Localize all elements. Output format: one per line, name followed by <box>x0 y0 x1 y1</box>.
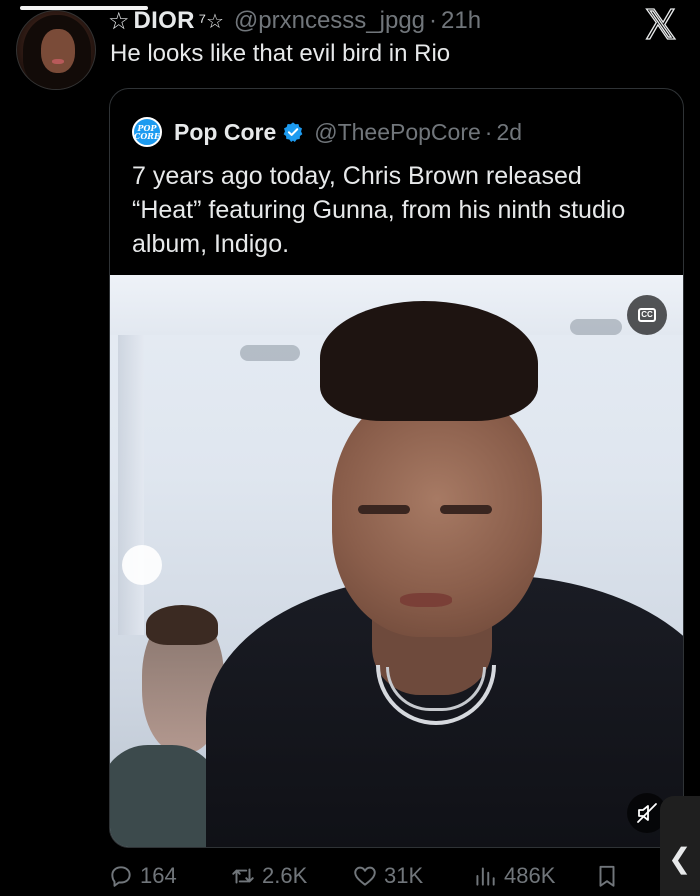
like-count: 31K <box>384 863 424 888</box>
closed-captions-icon: CC <box>638 308 656 322</box>
views-count: 486K <box>504 863 556 888</box>
video-background-person-body <box>110 745 220 847</box>
video-background-person-hair <box>146 605 218 645</box>
quoted-post-card[interactable]: POP CORE Pop Core @TheePopCore · 2d 7 ye… <box>109 88 684 848</box>
heart-icon <box>354 866 376 886</box>
video-lamp <box>570 319 622 335</box>
video-player[interactable]: CC <box>110 275 683 847</box>
like-button[interactable]: 31K <box>352 863 423 889</box>
closed-captions-button[interactable]: CC <box>627 295 667 335</box>
bookmark-button[interactable] <box>594 863 626 889</box>
star-icon: ☆ <box>108 7 130 35</box>
avatar-lips <box>52 59 64 64</box>
quote-author-name[interactable]: Pop Core <box>174 119 276 146</box>
video-subject-brow <box>358 505 410 514</box>
reply-author-name[interactable]: DIOR <box>134 7 195 35</box>
reply-timestamp[interactable]: 21h <box>441 7 481 35</box>
name-decoration: ⁷☆ <box>198 10 224 33</box>
repost-button[interactable]: 2.6K <box>230 863 307 889</box>
views-bars-icon <box>476 867 495 886</box>
video-subject-hair <box>320 301 538 421</box>
video-light <box>122 545 162 585</box>
quote-header: POP CORE Pop Core @TheePopCore · 2d <box>132 117 522 147</box>
reply-bubble-icon <box>111 866 131 887</box>
bookmark-icon <box>599 865 615 887</box>
repost-count: 2.6K <box>262 863 308 888</box>
muted-speaker-icon <box>637 803 657 823</box>
quote-timestamp[interactable]: 2d <box>496 119 522 146</box>
video-pillar <box>118 335 144 635</box>
reply-header: ☆ DIOR ⁷☆ @prxncesss_jpgg · 21h <box>108 4 481 38</box>
reply-count: 164 <box>140 863 177 888</box>
video-subject-mouth <box>400 593 452 607</box>
separator-dot: · <box>429 7 438 34</box>
post-action-bar: 164 2.6K 31K 486K <box>108 858 628 894</box>
reply-author-handle[interactable]: @prxncesss_jpgg <box>234 7 425 35</box>
verified-badge-icon <box>283 122 303 142</box>
quote-text: 7 years ago today, Chris Brown released … <box>132 162 626 258</box>
side-panel-handle[interactable]: ❮ <box>660 796 700 896</box>
reply-button[interactable]: 164 <box>108 863 177 889</box>
reply-text: He looks like that evil bird in Rio <box>110 40 451 67</box>
repost-icon <box>232 868 254 884</box>
quote-author-avatar[interactable]: POP CORE <box>132 117 162 147</box>
chevron-left-icon: ❮ <box>668 842 692 875</box>
reply-author-avatar[interactable] <box>16 10 96 90</box>
x-logo-icon[interactable] <box>642 6 678 42</box>
video-lamp <box>240 345 300 361</box>
views-button[interactable]: 486K <box>472 863 555 889</box>
quote-author-handle[interactable]: @TheePopCore <box>314 119 481 146</box>
video-subject-brow <box>440 505 492 514</box>
avatar-text-line2: CORE <box>133 131 161 141</box>
avatar-face <box>41 29 75 73</box>
separator-dot: · <box>484 118 493 145</box>
